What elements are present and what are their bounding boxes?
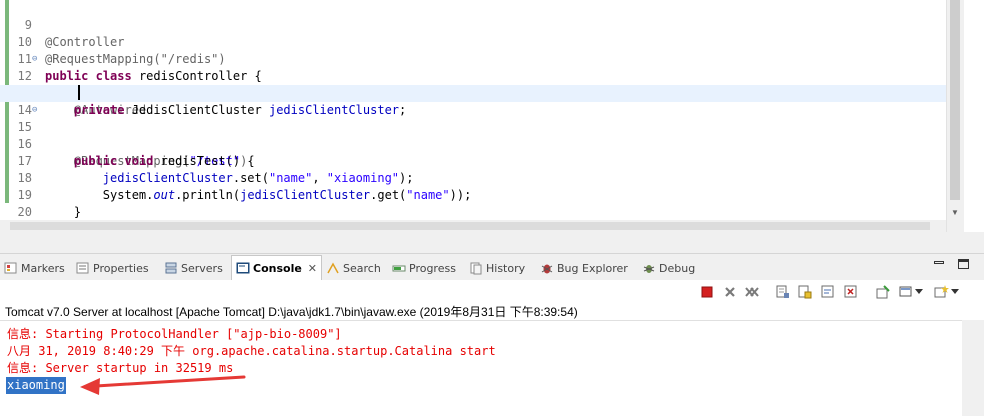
overview-ruler xyxy=(964,0,984,232)
code-line-11[interactable]: 11 public class redisController { xyxy=(0,34,946,83)
properties-icon xyxy=(76,261,90,275)
tab-label: Debug xyxy=(659,261,696,275)
console-icon xyxy=(236,261,250,275)
remove-all-terminated-icon[interactable] xyxy=(744,284,760,300)
tab-servers[interactable]: Servers xyxy=(164,257,223,279)
tab-console[interactable]: Console ✕ xyxy=(231,255,323,280)
servers-icon xyxy=(164,261,178,275)
view-tab-strip: Markers Properties Servers Console ✕ Sear… xyxy=(0,254,984,280)
open-console-icon[interactable] xyxy=(933,284,949,300)
remove-launch-icon[interactable] xyxy=(722,284,738,300)
scroll-down-arrow-icon[interactable]: ▼ xyxy=(946,206,964,220)
display-dropdown-chevron-down-icon[interactable] xyxy=(914,284,924,300)
code-line-16[interactable]: 16 public void redisTest() { xyxy=(0,119,946,168)
code-editor[interactable]: 9 @Controller 10 @RequestMapping("/redis… xyxy=(0,0,984,232)
tab-label: History xyxy=(486,261,526,275)
code-line-13[interactable]: 13 private JedisClientCluster jedisClien… xyxy=(0,68,946,117)
code-line-19[interactable]: 19 } xyxy=(0,170,946,219)
fold-collapse-icon[interactable]: ⊖ xyxy=(32,51,37,68)
code-line-10[interactable]: 10 @RequestMapping("/redis") xyxy=(0,17,946,66)
terminate-icon[interactable] xyxy=(699,284,715,300)
code-line-9[interactable]: 9 @Controller xyxy=(0,0,946,49)
console-vertical-scrollbar[interactable] xyxy=(962,320,984,416)
fold-collapse-icon[interactable]: ⊖ xyxy=(32,102,37,119)
code-line-14-current[interactable]: 14 xyxy=(0,85,946,117)
tab-progress[interactable]: Progress xyxy=(392,257,456,279)
text-caret xyxy=(78,85,80,100)
panel-sash[interactable] xyxy=(0,232,984,254)
tab-properties[interactable]: Properties xyxy=(76,257,149,279)
editor-vertical-scroll-thumb[interactable] xyxy=(950,0,960,200)
code-line-15[interactable]: 15 ⊖ @RequestMapping("/test") xyxy=(0,102,946,168)
console-line: 信息: Starting ProtocolHandler ["ajp-bio-8… xyxy=(7,327,342,341)
console-line-selected[interactable]: xiaoming xyxy=(6,377,66,394)
tab-label: Servers xyxy=(181,261,223,275)
close-icon[interactable]: ✕ xyxy=(308,262,317,275)
tab-bug-explorer[interactable]: Bug Explorer xyxy=(540,257,628,279)
console-output[interactable]: 信息: Starting ProtocolHandler ["ajp-bio-8… xyxy=(0,320,962,416)
history-icon xyxy=(469,261,483,275)
maximize-view-icon[interactable] xyxy=(958,259,969,269)
code-line-17[interactable]: 17 jedisClientCluster.set("name", "xiaom… xyxy=(0,136,946,185)
tab-label: Bug Explorer xyxy=(557,261,628,275)
scroll-lock-icon[interactable] xyxy=(797,284,813,300)
word-wrap-icon[interactable] xyxy=(820,284,836,300)
pin-console-icon[interactable] xyxy=(875,284,891,300)
console-process-description: Tomcat v7.0 Server at localhost [Apache … xyxy=(0,304,984,320)
tab-search[interactable]: Search xyxy=(326,257,381,279)
show-on-output-icon[interactable] xyxy=(843,284,859,300)
code-line-12[interactable]: 12 ⊖ @Autowired xyxy=(0,51,946,117)
clear-console-icon[interactable] xyxy=(775,284,791,300)
console-line: 八月 31, 2019 8:40:29 下午 org.apache.catali… xyxy=(7,344,496,358)
console-line: 信息: Server startup in 32519 ms xyxy=(7,361,234,375)
display-selected-console-icon[interactable] xyxy=(898,284,914,300)
tab-label: Properties xyxy=(93,261,149,275)
bug-icon xyxy=(540,261,554,275)
open-console-chevron-down-icon[interactable] xyxy=(950,284,960,300)
tab-label: Markers xyxy=(21,261,65,275)
tab-label: Search xyxy=(343,261,381,275)
minimize-view-icon[interactable] xyxy=(934,261,944,264)
console-toolbar xyxy=(0,280,984,304)
tab-label: Progress xyxy=(409,261,456,275)
editor-horizontal-scroll-thumb[interactable] xyxy=(10,222,930,230)
search-icon xyxy=(326,261,340,275)
progress-icon xyxy=(392,261,406,275)
markers-icon xyxy=(4,261,18,275)
tab-history[interactable]: History xyxy=(469,257,525,279)
tab-markers[interactable]: Markers xyxy=(4,257,65,279)
code-line-20[interactable]: 20 } xyxy=(0,187,946,232)
tab-debug[interactable]: Debug xyxy=(642,257,695,279)
code-line-18[interactable]: 18 System.out.println(jedisClientCluster… xyxy=(0,153,946,202)
code-line-21[interactable]: 21 xyxy=(0,204,946,232)
tab-label: Console xyxy=(253,261,302,275)
debug-icon xyxy=(642,261,656,275)
